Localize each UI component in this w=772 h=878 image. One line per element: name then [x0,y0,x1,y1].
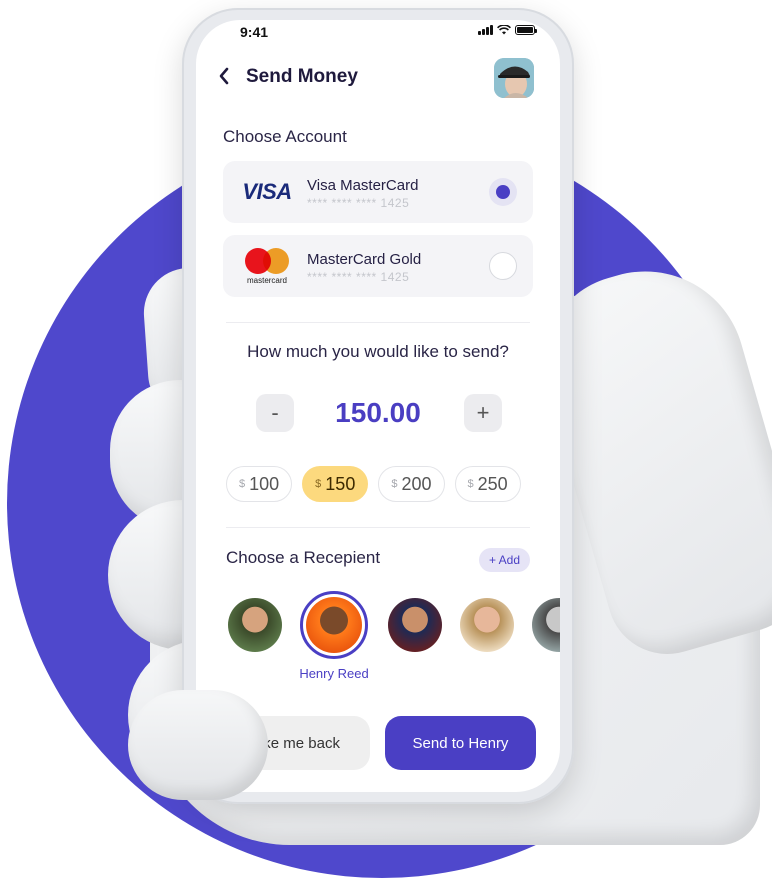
recipient-avatar[interactable] [460,598,514,652]
signal-icon [478,25,493,35]
page-title: Send Money [246,66,358,87]
preset-chip[interactable]: $ 250 [454,466,521,502]
recipient-avatar-selected[interactable] [300,591,368,659]
recipient-avatar[interactable] [532,598,560,652]
divider [226,322,530,323]
choose-account-label: Choose Account [223,127,347,146]
increase-button[interactable]: + [464,394,502,432]
status-time: 9:41 [240,24,269,40]
phone-screen: 9:41 Send Money Choose Account VISA Visa… [196,20,560,792]
account-radio[interactable] [489,252,517,280]
user-avatar[interactable] [494,58,534,98]
selected-recipient-name: Henry Reed [299,666,369,681]
account-card-visa[interactable]: VISA Visa MasterCard **** **** **** 1425 [223,161,533,223]
recipient-avatar[interactable] [228,598,282,652]
card-name: MasterCard Gold [307,251,422,268]
card-number: **** **** **** 1425 [307,270,410,284]
hand-thumb-overlap [128,690,268,800]
wifi-icon [496,25,511,35]
account-radio-selected[interactable] [489,178,517,206]
preset-chip-selected[interactable]: $ 150 [302,466,369,502]
add-recipient-button[interactable]: + Add [479,548,531,572]
amount-prompt: How much you would like to send? [247,342,509,361]
amount-value: 150.00 [335,397,421,428]
choose-recipient-label: Choose a Recepient [226,548,381,567]
back-button[interactable] [218,64,238,88]
preset-chip[interactable]: $ 100 [226,466,293,502]
status-icons [478,25,537,35]
account-card-mastercard[interactable]: mastercard MasterCard Gold **** **** ***… [223,235,533,297]
visa-logo-icon: VISA [242,179,292,204]
battery-icon [514,25,537,35]
send-button[interactable]: Send to Henry [385,716,536,770]
card-number: **** **** **** 1425 [307,196,410,210]
decrease-button[interactable]: - [256,394,294,432]
preset-chip[interactable]: $ 200 [378,466,445,502]
mastercard-logo-icon: mastercard [239,245,295,287]
chevron-left-icon [219,67,229,85]
card-name: Visa MasterCard [307,177,419,194]
stage: 9:41 Send Money Choose Account VISA Visa… [0,0,772,878]
amount-presets: $ 100 $ 150 $ 200 $ 250 [226,466,521,502]
recipient-avatar[interactable] [388,598,442,652]
divider [226,527,530,528]
